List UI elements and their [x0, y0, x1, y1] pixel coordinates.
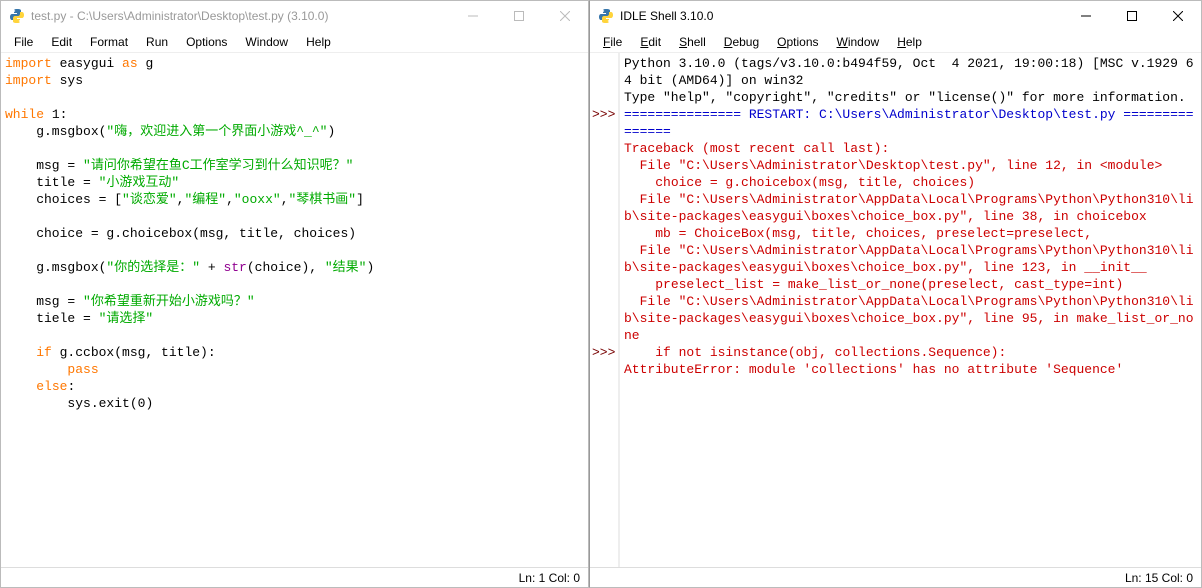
python-icon — [598, 8, 614, 24]
menu-options[interactable]: Options — [768, 33, 827, 51]
python-icon — [9, 8, 25, 24]
editor-window: test.py - C:\Users\Administrator\Desktop… — [0, 0, 589, 588]
code-editor[interactable]: import easygui as g import sys while 1: … — [1, 53, 588, 567]
shell-titlebar: IDLE Shell 3.10.0 — [590, 1, 1201, 31]
close-button[interactable] — [542, 1, 588, 31]
prompt-gutter: >>> >>> — [590, 53, 620, 567]
menu-debug[interactable]: Debug — [715, 33, 768, 51]
editor-window-controls — [450, 1, 588, 31]
menu-run[interactable]: Run — [137, 33, 177, 51]
menu-shell[interactable]: Shell — [670, 33, 715, 51]
menu-window[interactable]: Window — [828, 33, 889, 51]
menu-edit[interactable]: Edit — [631, 33, 670, 51]
editor-titlebar: test.py - C:\Users\Administrator\Desktop… — [1, 1, 588, 31]
shell-output[interactable]: >>> >>> Python 3.10.0 (tags/v3.10.0:b494… — [590, 53, 1201, 567]
editor-statusbar: Ln: 1 Col: 0 — [1, 567, 588, 587]
minimize-button[interactable] — [450, 1, 496, 31]
shell-menubar: File Edit Shell Debug Options Window Hel… — [590, 31, 1201, 53]
menu-file[interactable]: File — [5, 33, 42, 51]
editor-cursor-pos: Ln: 1 Col: 0 — [519, 571, 580, 585]
close-button[interactable] — [1155, 1, 1201, 31]
menu-help[interactable]: Help — [888, 33, 931, 51]
maximize-button[interactable] — [1109, 1, 1155, 31]
editor-title: test.py - C:\Users\Administrator\Desktop… — [31, 9, 450, 23]
prompt-indicator: >>> — [592, 106, 618, 123]
menu-options[interactable]: Options — [177, 33, 236, 51]
shell-window-controls — [1063, 1, 1201, 31]
shell-title: IDLE Shell 3.10.0 — [620, 9, 1063, 23]
editor-menubar: File Edit Format Run Options Window Help — [1, 31, 588, 53]
prompt-indicator: >>> — [592, 344, 618, 361]
shell-text-area: Python 3.10.0 (tags/v3.10.0:b494f59, Oct… — [620, 53, 1201, 567]
menu-window[interactable]: Window — [236, 33, 297, 51]
traceback: Traceback (most recent call last): — [624, 141, 889, 156]
maximize-button[interactable] — [496, 1, 542, 31]
menu-help[interactable]: Help — [297, 33, 340, 51]
shell-cursor-pos: Ln: 15 Col: 0 — [1125, 571, 1193, 585]
restart-banner: =============== RESTART: C:\Users\Admini… — [624, 107, 1194, 139]
menu-file[interactable]: File — [594, 33, 631, 51]
shell-statusbar: Ln: 15 Col: 0 — [590, 567, 1201, 587]
minimize-button[interactable] — [1063, 1, 1109, 31]
code-content: import easygui as g import sys while 1: … — [1, 53, 588, 414]
menu-format[interactable]: Format — [81, 33, 137, 51]
menu-edit[interactable]: Edit — [42, 33, 81, 51]
shell-window: IDLE Shell 3.10.0 File Edit Shell Debug … — [589, 0, 1202, 588]
